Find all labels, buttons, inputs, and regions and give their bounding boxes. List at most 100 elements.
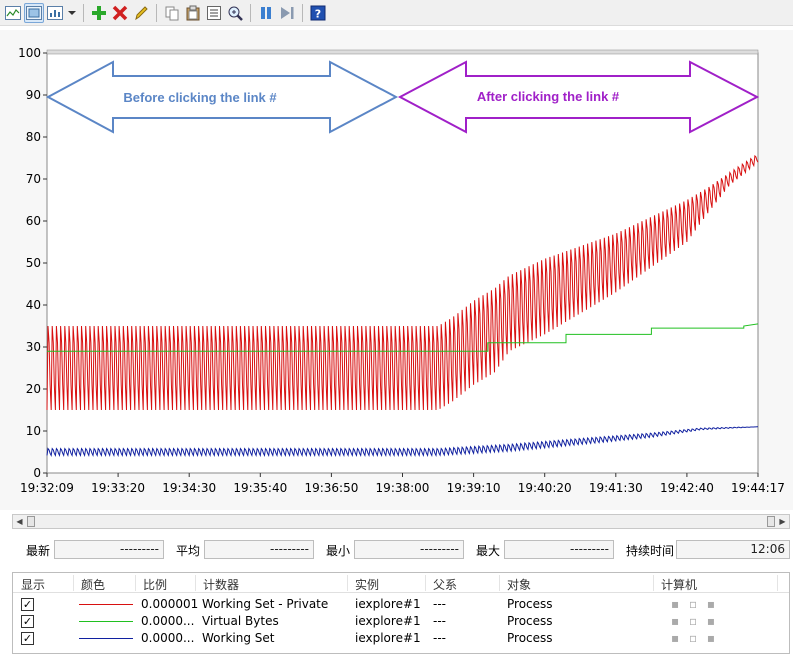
x-tick-label: 19:32:09 — [20, 481, 74, 495]
x-tick-label: 19:38:00 — [376, 481, 430, 495]
x-tick-label: 19:35:40 — [233, 481, 287, 495]
color-swatch — [79, 638, 133, 639]
view-histogram-icon — [26, 5, 42, 20]
view-graph-icon — [5, 5, 21, 20]
toolbar-separator — [156, 3, 157, 22]
header-color[interactable]: 颜色 — [81, 576, 105, 593]
stats-bar: 最新 --------- 平均 --------- 最小 --------- 最… — [0, 539, 793, 561]
x-axis: 19:32:09 19:33:20 19:34:30 19:35:40 19:36:50… — [20, 473, 785, 495]
delete-counter-button[interactable] — [110, 3, 130, 23]
y-tick-label: 10 — [26, 424, 41, 438]
x-tick-label: 19:33:20 — [91, 481, 145, 495]
header-scale[interactable]: 比例 — [143, 576, 167, 593]
toolbar: ? — [0, 0, 793, 26]
min-value: --------- — [354, 540, 464, 559]
paste-counter-list-button[interactable] — [183, 3, 203, 23]
average-value: --------- — [204, 540, 314, 559]
object-cell: Process — [507, 597, 553, 611]
scroll-left-button[interactable]: ◀ — [13, 515, 26, 528]
y-tick-label: 0 — [33, 466, 41, 480]
freeze-display-button[interactable] — [256, 3, 276, 23]
graph-panel: 100 90 80 70 60 50 40 30 20 10 0 19:32:09 19:33:20 1… — [0, 30, 793, 510]
counter-list: 显示 颜色 比例 计数器 实例 父系 对象 计算机 ✓ 0.000001 Wor… — [12, 572, 790, 654]
after-label: After clicking the link # — [477, 89, 620, 104]
x-tick-label: 19:39:10 — [447, 481, 501, 495]
y-tick-label: 70 — [26, 172, 41, 186]
y-tick-label: 60 — [26, 214, 41, 228]
view-histogram-button[interactable] — [24, 2, 44, 23]
show-checkbox[interactable]: ✓ — [21, 598, 34, 611]
parent-cell: --- — [433, 614, 446, 628]
x-tick-label: 19:41:30 — [589, 481, 643, 495]
y-tick-label: 40 — [26, 298, 41, 312]
help-button[interactable]: ? — [308, 3, 328, 23]
svg-text:?: ? — [315, 7, 321, 20]
highlight-button[interactable] — [131, 3, 151, 23]
counter-row[interactable]: ✓ 0.0000... Working Set iexplore#1 --- P… — [13, 630, 789, 647]
header-parent[interactable]: 父系 — [433, 576, 457, 593]
add-counter-button[interactable] — [89, 3, 109, 23]
show-checkbox[interactable]: ✓ — [21, 615, 34, 628]
scroll-right-button[interactable]: ▶ — [776, 515, 789, 528]
scroll-end-handle[interactable] — [767, 516, 775, 527]
time-scrollbar[interactable]: ◀ ▶ — [12, 514, 790, 529]
color-swatch — [79, 621, 133, 622]
header-instance[interactable]: 实例 — [355, 576, 379, 593]
counter-cell: Virtual Bytes — [202, 614, 279, 628]
scale-cell: 0.000001 — [141, 597, 199, 611]
y-tick-label: 100 — [18, 46, 41, 60]
scale-cell: 0.0000... — [141, 614, 195, 628]
delete-counter-icon — [112, 5, 128, 20]
x-tick-label: 19:44:17 — [731, 481, 785, 495]
view-report-icon — [47, 5, 63, 20]
properties-button[interactable] — [204, 3, 224, 23]
instance-cell: iexplore#1 — [355, 631, 421, 645]
counter-cell: Working Set - Private — [202, 597, 329, 611]
instance-cell: iexplore#1 — [355, 614, 421, 628]
before-label: Before clicking the link # — [123, 90, 277, 105]
scale-cell: 0.0000... — [141, 631, 195, 645]
y-tick-label: 90 — [26, 88, 41, 102]
y-tick-label: 80 — [26, 130, 41, 144]
zoom-button[interactable] — [225, 3, 245, 23]
max-label: 最大 — [476, 544, 501, 558]
header-computer[interactable]: 计算机 — [661, 576, 697, 593]
computer-cell: ▪ ▫ ▪ — [671, 631, 719, 645]
y-tick-label: 20 — [26, 382, 41, 396]
object-cell: Process — [507, 631, 553, 645]
zoom-icon — [228, 6, 243, 21]
latest-label: 最新 — [26, 544, 51, 558]
view-report-button[interactable] — [45, 3, 65, 23]
header-object[interactable]: 对象 — [507, 576, 531, 593]
counter-row[interactable]: ✓ 0.0000... Virtual Bytes iexplore#1 ---… — [13, 613, 789, 630]
max-value: --------- — [504, 540, 614, 559]
view-dropdown-button[interactable] — [66, 3, 78, 23]
header-show[interactable]: 显示 — [21, 576, 45, 593]
view-graph-button[interactable] — [3, 3, 23, 23]
add-counter-icon — [92, 5, 106, 20]
min-label: 最小 — [326, 544, 351, 558]
parent-cell: --- — [433, 631, 446, 645]
chevron-down-icon — [68, 10, 76, 15]
header-counter[interactable]: 计数器 — [203, 576, 239, 593]
y-axis: 1009080706050403020100 — [18, 46, 47, 480]
toolbar-separator — [83, 3, 84, 22]
show-checkbox[interactable]: ✓ — [21, 632, 34, 645]
parent-cell: --- — [433, 597, 446, 611]
freeze-display-icon — [261, 6, 271, 19]
copy-properties-button[interactable] — [162, 3, 182, 23]
average-label: 平均 — [176, 544, 201, 558]
scroll-start-handle[interactable] — [27, 516, 35, 527]
performance-chart: 1009080706050403020100 19:32:09 19:33:20 1… — [18, 46, 785, 495]
update-data-button[interactable] — [277, 3, 297, 23]
properties-icon — [207, 5, 221, 20]
time-bar-hatch — [46, 49, 759, 55]
highlight-icon — [135, 5, 148, 20]
y-tick-label: 30 — [26, 340, 41, 354]
counter-list-header: 显示 颜色 比例 计数器 实例 父系 对象 计算机 — [13, 573, 789, 593]
update-data-icon — [281, 6, 294, 19]
color-swatch — [79, 604, 133, 605]
counter-row[interactable]: ✓ 0.000001 Working Set - Private iexplor… — [13, 596, 789, 613]
duration-value: 12:06 — [676, 540, 790, 559]
help-icon: ? — [310, 5, 326, 20]
